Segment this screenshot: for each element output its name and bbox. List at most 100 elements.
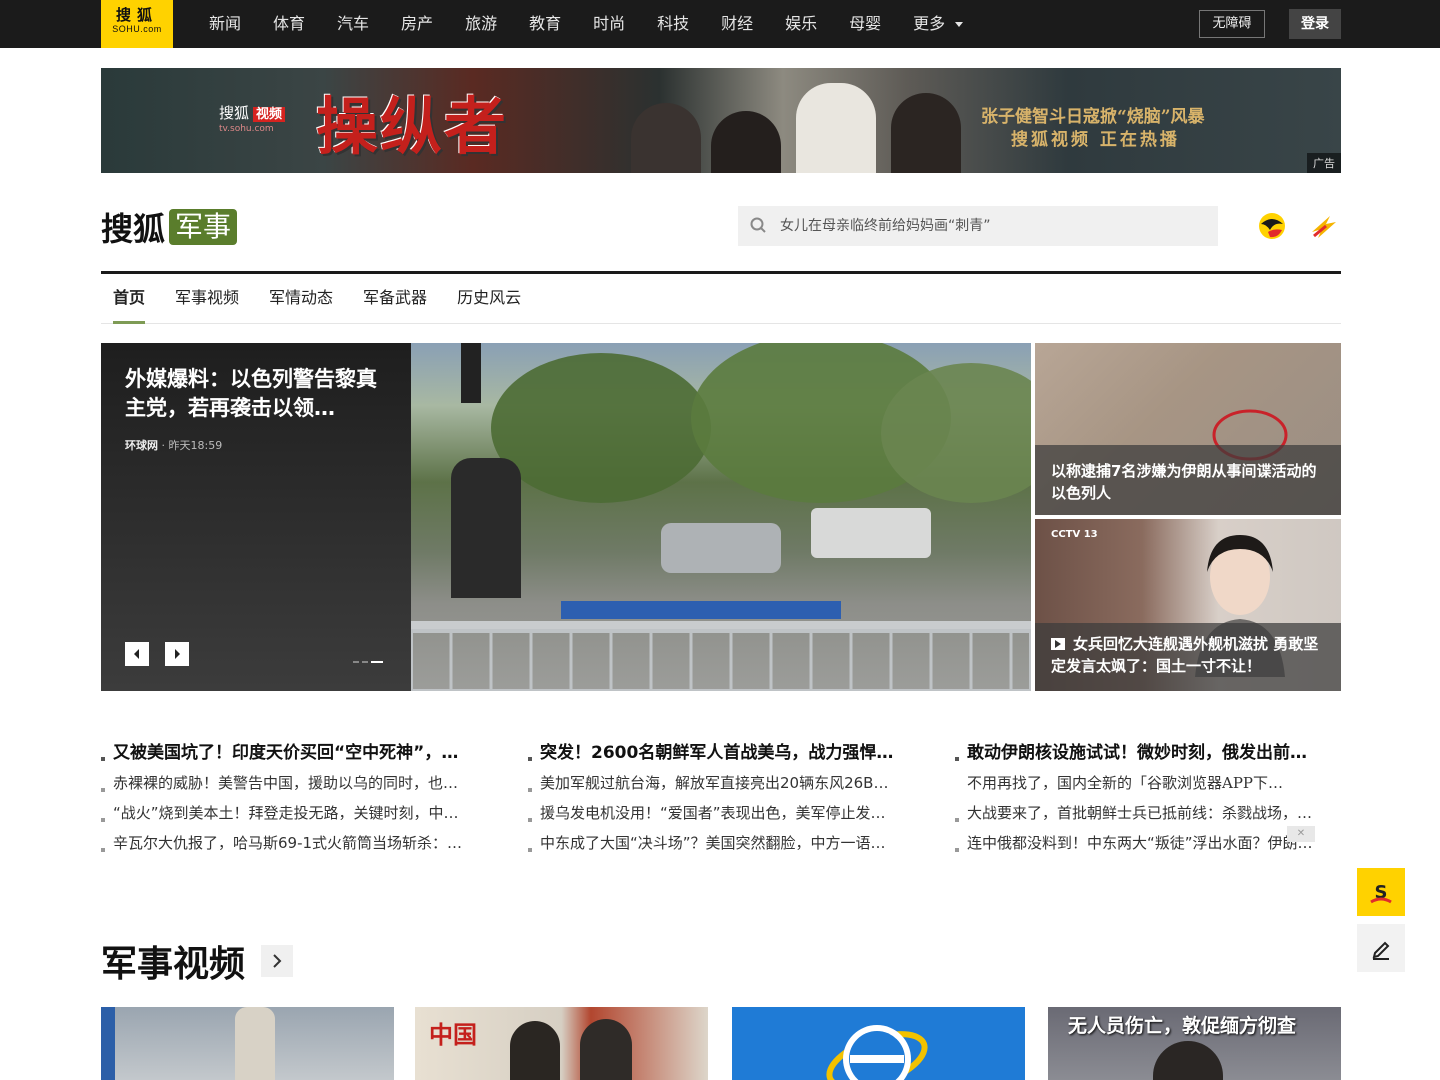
hero-image bbox=[411, 343, 1031, 691]
top-navigation-bar: 搜狐 SOHU.com 新闻 体育 汽车 房产 旅游 教育 时尚 科技 财经 娱… bbox=[0, 0, 1440, 48]
video-thumb-mark: 中国 bbox=[429, 1020, 477, 1049]
nav-item-travel[interactable]: 旅游 bbox=[449, 0, 513, 48]
logo-domain: SOHU.com bbox=[112, 24, 162, 34]
logo-text: 搜狐 bbox=[115, 6, 158, 24]
carousel-indicators bbox=[353, 661, 383, 663]
thumb-figure bbox=[1153, 1041, 1223, 1080]
hero-person bbox=[451, 458, 521, 598]
section-more-button[interactable] bbox=[261, 945, 293, 977]
channel-name: 军事 bbox=[169, 209, 238, 245]
banner-figures bbox=[621, 68, 1001, 173]
video-thumb-caption: 无人员伤亡，敦促缅方彻查 bbox=[1068, 1015, 1297, 1037]
search-icon bbox=[750, 217, 766, 233]
main-nav: 新闻 体育 汽车 房产 旅游 教育 时尚 科技 财经 娱乐 母婴 更多 bbox=[193, 0, 979, 48]
thumb-figure bbox=[580, 1019, 632, 1080]
news-item[interactable]: 美加军舰过航台海，解放军直接亮出20辆东风26B… bbox=[528, 774, 888, 792]
nav-item-education[interactable]: 教育 bbox=[513, 0, 577, 48]
sohu-mark-icon: S bbox=[1370, 882, 1392, 904]
news-item[interactable]: 大战要来了，首批朝鲜士兵已抵前线：杀戮战场，… bbox=[955, 804, 1312, 822]
banner-ad[interactable]: 搜狐 视频 tv.sohu.com 操纵者 张子健智斗日寇掀“烧脑”风暴 搜狐视频… bbox=[101, 68, 1341, 173]
news-item[interactable]: 赤裸裸的威胁！美警告中国，援助以乌的同时，也… bbox=[101, 774, 458, 792]
hero-meta: 环球网 · 昨天18:59 bbox=[125, 437, 222, 453]
play-icon bbox=[1051, 638, 1065, 650]
accessibility-button[interactable]: 无障碍 bbox=[1199, 10, 1265, 38]
tab-military-news[interactable]: 军情动态 bbox=[269, 274, 333, 323]
side-story-2[interactable]: CCTV 13 女兵回忆大连舰遇外舰机滋扰 勇敢坚定发言太飒了：国土一寸不让！ bbox=[1035, 519, 1341, 691]
tv-channel-badge: CCTV 13 bbox=[1051, 529, 1098, 540]
side-story-caption: 女兵回忆大连舰遇外舰机滋扰 勇敢坚定发言太飒了：国土一寸不让！ bbox=[1035, 623, 1341, 691]
nav-item-news[interactable]: 新闻 bbox=[193, 0, 257, 48]
news-lead-item[interactable]: 突发！2600名朝鲜军人首战美乌，战力强悍… bbox=[528, 743, 893, 763]
video-thumb[interactable]: 无人员伤亡，敦促缅方彻查 bbox=[1048, 1007, 1341, 1080]
news-column-1: 又被美国坑了！印度天价买回“空中死神”，… 赤裸裸的威胁！美警告中国，援助以乌的… bbox=[101, 738, 486, 858]
carousel-dot-active[interactable] bbox=[371, 661, 383, 663]
chevron-down-icon bbox=[955, 21, 964, 27]
section-title: 军事视频 bbox=[101, 943, 246, 985]
hero-carousel[interactable]: 外媒爆料：以色列警告黎真主党，若再袭击以领… 环球网 · 昨天18:59 bbox=[101, 343, 1031, 691]
ad-label: 广告 bbox=[1307, 153, 1341, 173]
channel-tabs: 首页 军事视频 军情动态 军备武器 历史风云 bbox=[101, 274, 1341, 324]
close-icon[interactable]: ✕ bbox=[1287, 826, 1315, 842]
side-story-1[interactable]: 以称逮捕7名涉嫌为伊朗从事间谍活动的以色列人 bbox=[1035, 343, 1341, 515]
arrow-right-icon bbox=[175, 649, 180, 659]
video-thumb[interactable] bbox=[732, 1007, 1025, 1080]
banner-figure bbox=[631, 103, 701, 173]
channel-site-name: 搜狐 bbox=[101, 210, 166, 248]
hero-headline[interactable]: 外媒爆料：以色列警告黎真主党，若再袭击以领… bbox=[125, 365, 385, 423]
sohu-logo[interactable]: 搜狐 SOHU.com bbox=[101, 0, 173, 48]
login-button[interactable]: 登录 bbox=[1289, 9, 1341, 39]
banner-figure bbox=[891, 93, 961, 173]
search-box[interactable] bbox=[738, 206, 1218, 246]
video-thumb[interactable]: 中国 bbox=[415, 1007, 708, 1080]
carousel-dot[interactable] bbox=[362, 661, 368, 663]
tab-home[interactable]: 首页 bbox=[113, 274, 146, 324]
hero-tree bbox=[491, 353, 711, 503]
carousel-dot[interactable] bbox=[353, 661, 359, 663]
banner-figure bbox=[796, 83, 876, 173]
tab-history[interactable]: 历史风云 bbox=[457, 274, 521, 323]
banner-title: 操纵者 bbox=[316, 90, 509, 163]
chevron-right-icon bbox=[273, 954, 282, 968]
lightning-icon[interactable] bbox=[1308, 210, 1340, 242]
nav-item-entertainment[interactable]: 娱乐 bbox=[769, 0, 833, 48]
nav-item-realestate[interactable]: 房产 bbox=[385, 0, 449, 48]
side-story-caption-text: 女兵回忆大连舰遇外舰机滋扰 勇敢坚定发言太飒了：国土一寸不让！ bbox=[1051, 635, 1319, 675]
nav-more-dropdown[interactable]: 更多 bbox=[897, 0, 979, 48]
carousel-next-button[interactable] bbox=[165, 642, 189, 666]
tab-military-video[interactable]: 军事视频 bbox=[175, 274, 239, 323]
hero-car bbox=[661, 523, 781, 573]
floating-edit-button[interactable] bbox=[1357, 924, 1405, 972]
traffic-light bbox=[461, 343, 481, 403]
news-lead-item[interactable]: 敢动伊朗核设施试试！微妙时刻，俄发出前… bbox=[955, 743, 1307, 763]
news-column-3: 敢动伊朗核设施试试！微妙时刻，俄发出前… 不用再找了，国内全新的「谷歌浏览器AP… bbox=[955, 738, 1340, 858]
channel-logo[interactable]: 搜狐 军事 bbox=[101, 204, 238, 250]
news-item[interactable]: 辛瓦尔大仇报了，哈马斯69-1式火箭筒当场斩杀：… bbox=[101, 834, 462, 852]
nav-item-tech[interactable]: 科技 bbox=[641, 0, 705, 48]
news-lead-item[interactable]: 又被美国坑了！印度天价买回“空中死神”，… bbox=[101, 743, 458, 763]
banner-figure bbox=[711, 111, 781, 173]
tab-weapons[interactable]: 军备武器 bbox=[363, 274, 427, 323]
nav-item-auto[interactable]: 汽车 bbox=[321, 0, 385, 48]
search-input[interactable] bbox=[780, 206, 1200, 246]
app-logo-icon[interactable] bbox=[1256, 210, 1288, 242]
nav-item-finance[interactable]: 财经 bbox=[705, 0, 769, 48]
banner-tagline-2: 搜狐视频 正在热播 bbox=[1011, 130, 1180, 150]
news-ad-item[interactable]: 不用再找了，国内全新的「谷歌浏览器APP下… bbox=[955, 774, 1323, 792]
news-item[interactable]: 中东成了大国“决斗场”？美国突然翻脸，中方一语… bbox=[528, 834, 886, 852]
browser-logo-icon bbox=[826, 1025, 928, 1080]
nav-item-fashion[interactable]: 时尚 bbox=[577, 0, 641, 48]
news-item[interactable]: 援乌发电机没用！“爱国者”表现出色，美军停止发… bbox=[528, 804, 886, 822]
floating-sohu-button[interactable]: S bbox=[1357, 868, 1405, 916]
news-column-2: 突发！2600名朝鲜军人首战美乌，战力强悍… 美加军舰过航台海，解放军直接亮出2… bbox=[528, 738, 913, 858]
hero-time: · 昨天18:59 bbox=[158, 439, 223, 452]
hero-fence bbox=[411, 601, 1031, 691]
nav-item-sports[interactable]: 体育 bbox=[257, 0, 321, 48]
carousel-prev-button[interactable] bbox=[125, 642, 149, 666]
hero-caption-panel: 外媒爆料：以色列警告黎真主党，若再袭击以领… 环球网 · 昨天18:59 bbox=[101, 343, 411, 691]
nav-item-parenting[interactable]: 母婴 bbox=[833, 0, 897, 48]
thumb-figure bbox=[510, 1021, 560, 1080]
video-thumb[interactable] bbox=[101, 1007, 394, 1080]
news-item[interactable]: “战火”烧到美本土！拜登走投无路，关键时刻，中… bbox=[101, 804, 459, 822]
nav-more-label: 更多 bbox=[913, 14, 946, 33]
news-item[interactable]: 连中俄都没料到！中东两大“叛徒”浮出水面？伊朗… bbox=[955, 834, 1313, 852]
